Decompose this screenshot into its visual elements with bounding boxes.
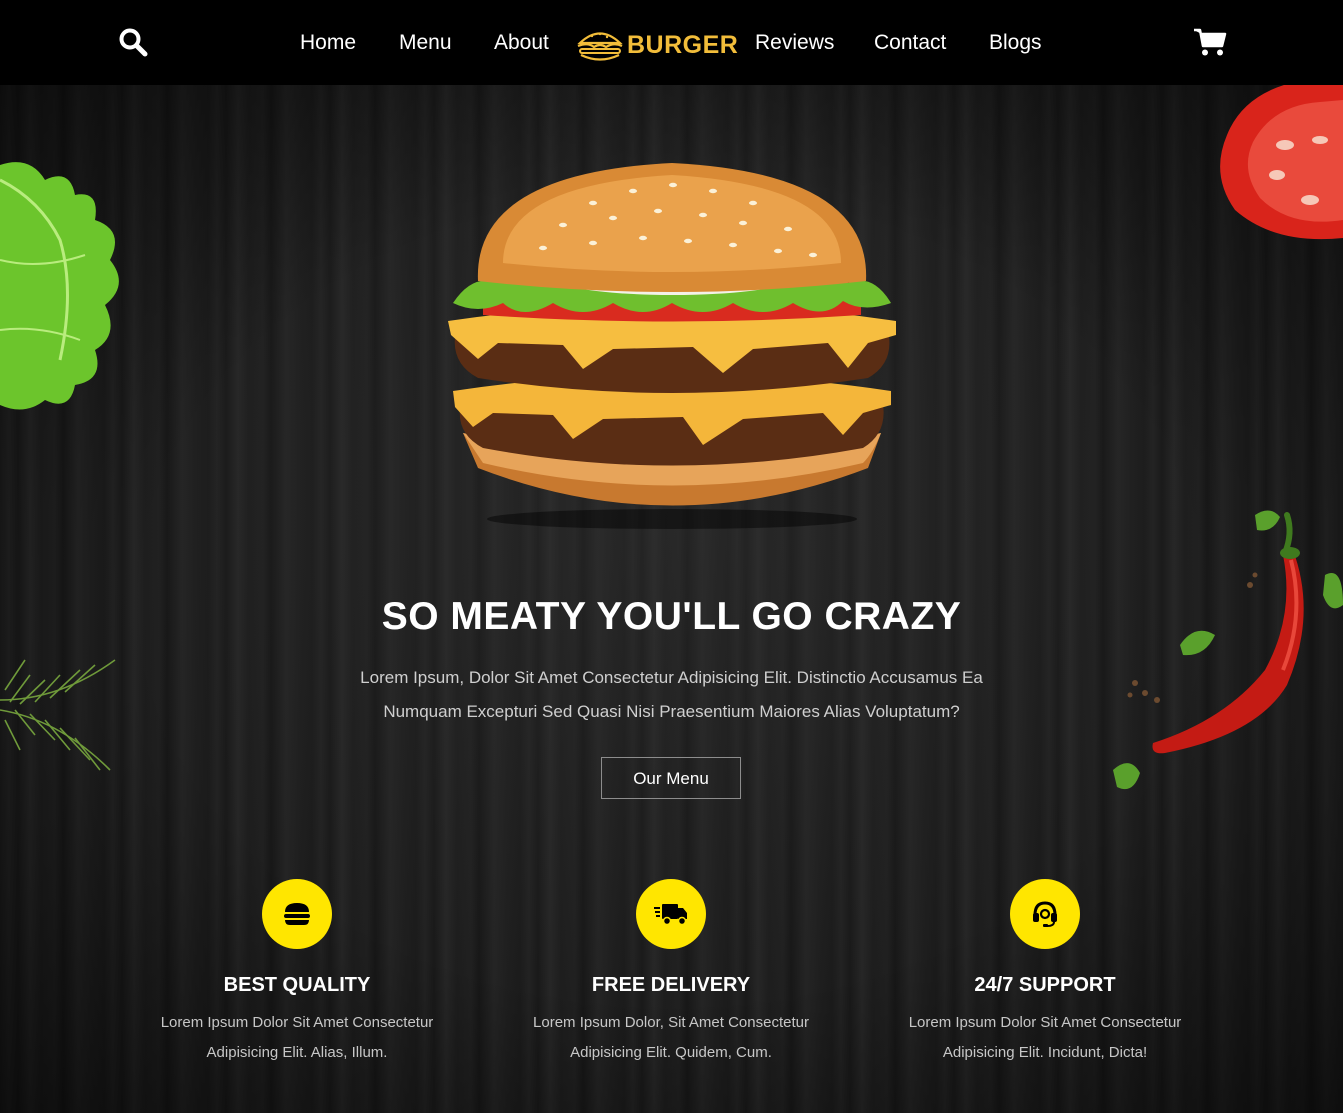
hero-description: Lorem Ipsum, Dolor Sit Amet Consectetur …: [360, 668, 983, 721]
feature-text: Lorem Ipsum Dolor Sit Amet Consectetur A…: [160, 1014, 434, 1061]
search-icon[interactable]: [118, 27, 148, 57]
feature-title: 24/7 SUPPORT: [974, 974, 1116, 996]
headset-icon: [1033, 901, 1057, 927]
feature-best-quality: BEST QUALITY Lorem Ipsum Dolor Sit Amet …: [137, 879, 457, 1068]
dill-decoration: [0, 659, 116, 771]
nav-link-contact[interactable]: Contact: [874, 31, 946, 55]
nav-link-about[interactable]: About: [494, 31, 549, 55]
our-menu-button[interactable]: Our Menu: [601, 757, 741, 799]
hero-section: SO MEATY YOU'LL GO CRAZY Lorem Ipsum, Do…: [0, 85, 1343, 1113]
feature-text: Lorem Ipsum Dolor Sit Amet Consectetur A…: [908, 1014, 1182, 1061]
burger-logo-icon: [577, 32, 623, 61]
feature-title: BEST QUALITY: [223, 974, 371, 996]
tomato-decoration: [1220, 85, 1343, 240]
feature-free-delivery: FREE DELIVERY Lorem Ipsum Dolor, Sit Ame…: [511, 879, 831, 1068]
feature-icon-badge: [1010, 879, 1080, 949]
feature-icon-badge: [262, 879, 332, 949]
navbar: Home Menu About BURGER Reviews Contact B…: [0, 0, 1343, 85]
nav-link-home[interactable]: Home: [300, 31, 356, 55]
delivery-truck-icon: [654, 904, 687, 926]
burger-image: [448, 163, 896, 529]
logo-text: BURGER: [627, 31, 739, 59]
feature-icon-badge: [636, 879, 706, 949]
hamburger-icon: [284, 903, 310, 925]
feature-title: FREE DELIVERY: [591, 974, 751, 996]
chili-pepper-decoration: [1113, 510, 1343, 790]
hero-title: SO MEATY YOU'LL GO CRAZY: [381, 595, 962, 638]
feature-support: 24/7 SUPPORT Lorem Ipsum Dolor Sit Amet …: [885, 879, 1205, 1068]
shopping-cart-icon[interactable]: [1193, 27, 1227, 57]
logo[interactable]: BURGER: [574, 26, 738, 62]
feature-text: Lorem Ipsum Dolor, Sit Amet Consectetur …: [533, 1014, 809, 1061]
nav-link-reviews[interactable]: Reviews: [755, 31, 834, 55]
nav-link-menu[interactable]: Menu: [399, 31, 452, 55]
lettuce-decoration: [0, 162, 119, 410]
nav-link-blogs[interactable]: Blogs: [989, 31, 1042, 55]
